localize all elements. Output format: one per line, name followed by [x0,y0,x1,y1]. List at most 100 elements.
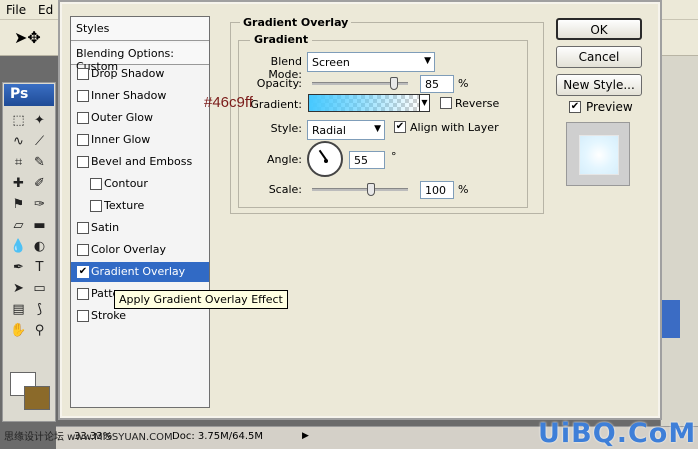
eraser-tool-icon[interactable]: ▱ [8,215,29,236]
crop-tool-icon[interactable]: ⌗ [8,152,29,173]
eyedropper-icon[interactable]: ✎ [29,152,50,173]
style-item-label: Texture [104,199,145,212]
pen-tool-icon[interactable]: ✒ [8,257,29,278]
scale-unit: % [458,183,469,196]
gradient-preview-bar[interactable] [308,94,420,112]
style-item-label: Satin [91,221,120,234]
preview-checkbox[interactable]: ✔ [569,101,581,113]
gradient-subgroup-title: Gradient [250,33,313,46]
dodge-tool-icon[interactable]: ◐ [29,236,50,257]
zoom-tool-icon[interactable]: ⚲ [29,320,50,341]
angle-input[interactable]: 55 [349,151,385,169]
style-item-label: Drop Shadow [91,67,165,80]
style-item[interactable]: ✔ Gradient Overlay [71,262,209,282]
style-item-label: Inner Glow [91,133,151,146]
watermark-logo: UiBQ.CoM [538,418,697,449]
cancel-button[interactable]: Cancel [556,46,642,68]
style-checkbox[interactable] [77,90,89,102]
opacity-unit: % [458,77,469,90]
checkmark-icon: ✔ [570,101,580,112]
status-arrow-icon[interactable]: ▶ [302,431,309,441]
brush-tool-icon[interactable]: ✐ [29,173,50,194]
scale-slider[interactable] [312,188,408,191]
clone-stamp-icon[interactable]: ⚑ [8,194,29,215]
gradient-overlay-title: Gradient Overlay [240,16,352,29]
history-brush-icon[interactable]: ✑ [29,194,50,215]
path-select-icon[interactable]: ➤ [8,278,29,299]
style-item[interactable]: Outer Glow [71,108,209,128]
scale-input[interactable]: 100 [420,181,454,199]
style-checkbox[interactable] [90,178,102,190]
style-checkbox[interactable] [77,310,89,322]
marquee-tool-icon[interactable]: ⬚ [8,110,29,131]
style-item-label: Inner Shadow [91,89,167,102]
lasso-tool-icon[interactable]: ∿ [8,131,29,152]
menu-file[interactable]: File [6,3,26,17]
style-checkbox[interactable] [77,68,89,80]
opacity-label: Opacity: [256,77,302,90]
style-checkbox[interactable] [90,200,102,212]
tool-grid: ⬚ ✦ ∿ ⟋ ⌗ ✎ ✚ ✐ ⚑ ✑ ▱ ▬ 💧 ◐ ✒ T ➤ ▭ ▤ ⟆ ✋ ⚲ [8,110,54,341]
watermark-left: 思缘设计论坛 www.MISSYUAN.COM [4,432,173,443]
blend-mode-value: Screen [312,56,350,69]
style-checkbox[interactable] [77,222,89,234]
preview-label: Preview [586,100,633,114]
doc-size: Doc: 3.75M/64.5M [172,431,264,442]
style-checkbox[interactable]: ✔ [77,266,89,278]
style-item[interactable]: Inner Glow [71,130,209,150]
hand-tool-icon[interactable]: ✋ [8,320,29,341]
style-checkbox[interactable] [77,156,89,168]
style-item[interactable]: Inner Shadow [71,86,209,106]
checkmark-icon: ✔ [395,121,405,132]
style-item[interactable]: Color Overlay [71,240,209,260]
style-item[interactable]: Texture [71,196,209,216]
blur-tool-icon[interactable]: 💧 [8,236,29,257]
gradient-tool-icon[interactable]: ▬ [29,215,50,236]
notes-tool-icon[interactable]: ▤ [8,299,29,320]
style-checkbox[interactable] [77,134,89,146]
style-item[interactable]: Stroke [71,306,209,326]
blending-options[interactable]: Blending Options: Custom [71,43,209,73]
style-checkbox[interactable] [77,244,89,256]
styles-list: Styles Blending Options: Custom Drop Sha… [70,16,210,408]
healing-brush-icon[interactable]: ✚ [8,173,29,194]
reverse-checkbox[interactable] [440,97,452,109]
move-tool-icon[interactable]: ➤✥ [14,28,41,47]
hex-annotation: #46c9ff [204,94,253,111]
style-item-label: Contour [104,177,148,190]
scale-slider-thumb[interactable] [367,183,375,196]
styles-header[interactable]: Styles [71,17,209,41]
angle-dial[interactable] [307,141,343,177]
angle-label: Angle: [266,153,302,166]
style-item-label: Stroke [91,309,127,322]
background-color-swatch[interactable] [24,386,50,410]
style-item[interactable]: Satin [71,218,209,238]
opacity-input[interactable]: 85 [420,75,454,93]
eyedropper2-icon[interactable]: ⟆ [29,299,50,320]
menu-edit[interactable]: Ed [38,3,53,17]
ok-button[interactable]: OK [556,18,642,40]
slice-tool-icon[interactable]: ⟋ [29,131,50,152]
gradient-dropdown-icon[interactable]: ▼ [419,94,430,112]
new-style-button[interactable]: New Style... [556,74,642,96]
style-checkbox[interactable] [77,288,89,300]
style-checkbox[interactable] [77,112,89,124]
type-tool-icon[interactable]: T [29,257,50,278]
reverse-label: Reverse [455,97,500,110]
style-item[interactable]: Bevel and Emboss [71,152,209,172]
opacity-slider-thumb[interactable] [390,77,398,90]
style-item[interactable]: Contour [71,174,209,194]
style-select[interactable]: Radial ▼ [307,120,385,140]
magic-wand-icon[interactable]: ✦ [29,110,50,131]
blend-mode-select[interactable]: Screen ▼ [307,52,435,72]
dropdown-arrow-icon: ▼ [424,56,431,66]
align-label: Align with Layer [410,121,499,134]
shape-tool-icon[interactable]: ▭ [29,278,50,299]
tooltip: Apply Gradient Overlay Effect [114,290,288,309]
align-checkbox[interactable]: ✔ [394,121,406,133]
ps-badge: Ps [4,84,54,106]
style-item-label: Bevel and Emboss [91,155,193,168]
angle-center [324,159,328,163]
style-item[interactable]: Drop Shadow [71,64,209,84]
scale-label: Scale: [268,183,302,196]
